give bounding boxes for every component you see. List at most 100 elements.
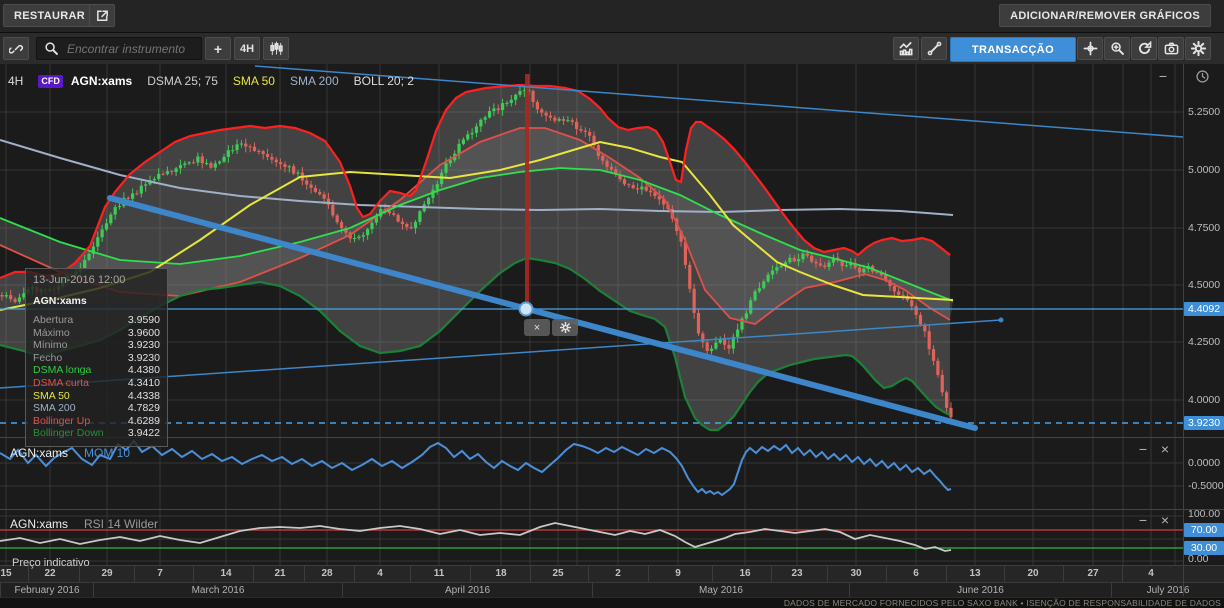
legend-sma50[interactable]: SMA 50 — [233, 74, 275, 88]
crosshair-button[interactable] — [1077, 37, 1103, 60]
gear-icon — [1191, 41, 1206, 56]
x-axis-months[interactable]: February 2016March 2016April 2016May 201… — [0, 582, 1224, 597]
day-tick: 28 — [321, 568, 332, 579]
rsi-indicator[interactable]: RSI 14 Wilder — [84, 517, 158, 531]
month-cell: June 2016 — [849, 583, 1111, 597]
mom-minimize-button[interactable]: − — [1135, 443, 1151, 457]
zoom-in-button[interactable] — [1104, 37, 1130, 60]
tooltip-row: Máximo3.9600 — [33, 327, 160, 340]
price-tick: 5.2500 — [1188, 106, 1220, 118]
legend-sma200[interactable]: SMA 200 — [290, 74, 339, 88]
settings-button[interactable] — [1185, 37, 1211, 60]
chart-style-icon — [899, 41, 914, 56]
chart-legend: 4H CFD AGN:xams DSMA 25; 75 SMA 50 SMA 2… — [8, 74, 429, 88]
day-tick: 20 — [1027, 568, 1038, 579]
tooltip-row: SMA 2004.7829 — [33, 402, 160, 415]
search-icon — [44, 41, 59, 56]
mom-label: AGN:xams MOM 10 — [10, 446, 130, 460]
tooltip-row: Fecho3.9230 — [33, 352, 160, 365]
day-tick: 2 — [615, 568, 621, 579]
mom-close-button[interactable]: × — [1157, 443, 1173, 457]
trade-button[interactable]: TRANSACÇÃO — [950, 37, 1076, 62]
day-tick: 4 — [1148, 568, 1154, 579]
month-cell: February 2016 — [0, 583, 93, 597]
popout-icon — [95, 8, 110, 23]
day-tick: 11 — [434, 568, 445, 579]
day-tick: 16 — [739, 568, 750, 579]
link-icon — [9, 41, 24, 56]
add-remove-charts-button[interactable]: ADICIONAR/REMOVER GRÁFICOS — [999, 4, 1211, 27]
price-badge: 3.9230 — [1184, 416, 1224, 430]
tooltip-row: Mínimo3.9230 — [33, 339, 160, 352]
main-chart-canvas[interactable] — [0, 64, 1224, 437]
trendline-icon — [927, 41, 942, 56]
link-button[interactable] — [3, 37, 29, 60]
draw-trendline-button[interactable] — [921, 37, 947, 60]
day-tick: 27 — [1087, 568, 1098, 579]
ohlc-tooltip: 13-Jun-2016 12:00 AGN:xams Abertura3.959… — [25, 268, 168, 447]
restore-button[interactable]: RESTAURAR — [3, 4, 96, 27]
annotation-settings-button[interactable] — [552, 319, 578, 336]
bottom-bar: DADOS DE MERCADO FORNECIDOS PELO SAXO BA… — [0, 597, 1224, 608]
rsi-tick: 100.00 — [1188, 508, 1220, 520]
tooltip-row: DSMA curta4.3410 — [33, 377, 160, 390]
mom-tick: 0.0000 — [1188, 457, 1220, 469]
day-tick: 23 — [791, 568, 802, 579]
mom-symbol: AGN:xams — [10, 446, 68, 460]
indicative-price-label: Preço indicativo — [12, 557, 90, 569]
rsi-panel[interactable] — [0, 509, 1224, 566]
annotation-buttons: × — [524, 319, 578, 336]
popout-button[interactable] — [89, 4, 115, 27]
day-tick: 4 — [377, 568, 383, 579]
chart-style-button[interactable] — [893, 37, 919, 60]
legend-boll[interactable]: BOLL 20; 2 — [354, 74, 414, 88]
day-tick: 18 — [495, 568, 506, 579]
main-chart-panel[interactable] — [0, 64, 1224, 437]
gear-icon — [560, 322, 571, 333]
chart-type-button[interactable] — [263, 37, 289, 60]
x-axis-days[interactable]: 152229714212841118252916233061320274 — [0, 565, 1224, 582]
top-bar: RESTAURAR ADICIONAR/REMOVER GRÁFICOS — [0, 0, 1224, 33]
refresh-button[interactable] — [1131, 37, 1157, 60]
main-minimize-button[interactable]: − — [1155, 70, 1171, 84]
rsi-canvas — [0, 510, 1224, 565]
clock-icon[interactable] — [1195, 69, 1210, 84]
screenshot-button[interactable] — [1158, 37, 1184, 60]
chart-toolbar: + 4H TRANSACÇÃO — [0, 33, 1224, 65]
instrument-search[interactable] — [36, 37, 202, 60]
price-tick: 5.0000 — [1188, 164, 1220, 176]
mom-canvas — [0, 438, 1224, 509]
mom-panel[interactable] — [0, 437, 1224, 510]
mom-indicator[interactable]: MOM 10 — [84, 446, 130, 460]
rsi-minimize-button[interactable]: − — [1135, 514, 1151, 528]
price-tick: 4.0000 — [1188, 394, 1220, 406]
price-tick: 4.2500 — [1188, 336, 1220, 348]
trendline-handle[interactable] — [520, 303, 533, 316]
interval-button[interactable]: 4H — [234, 37, 260, 60]
day-tick: 21 — [274, 568, 285, 579]
tooltip-row: DSMA longa4.4380 — [33, 364, 160, 377]
month-cell: May 2016 — [592, 583, 849, 597]
tooltip-symbol: AGN:xams — [33, 295, 160, 307]
day-tick: 22 — [44, 568, 55, 579]
legend-symbol: AGN:xams — [71, 74, 132, 88]
day-tick: 14 — [220, 568, 231, 579]
day-tick: 7 — [157, 568, 163, 579]
price-tick: 4.7500 — [1188, 222, 1220, 234]
camera-icon — [1164, 41, 1179, 56]
day-tick: 13 — [969, 568, 980, 579]
legend-dsma[interactable]: DSMA 25; 75 — [147, 74, 218, 88]
rsi-label: AGN:xams RSI 14 Wilder — [10, 517, 158, 531]
legend-interval: 4H — [8, 74, 23, 88]
day-tick: 15 — [0, 568, 11, 579]
search-input[interactable] — [65, 41, 199, 57]
month-cell: March 2016 — [93, 583, 342, 597]
crosshair-icon — [1083, 41, 1098, 56]
annotation-delete-button[interactable]: × — [524, 319, 550, 336]
add-chart-button[interactable]: + — [205, 37, 231, 60]
rsi-badge: 70.00 — [1184, 523, 1224, 537]
tooltip-row: Bollinger Down3.9422 — [33, 427, 160, 440]
rsi-close-button[interactable]: × — [1157, 514, 1173, 528]
refresh-icon — [1137, 41, 1152, 56]
day-tick: 9 — [675, 568, 681, 579]
